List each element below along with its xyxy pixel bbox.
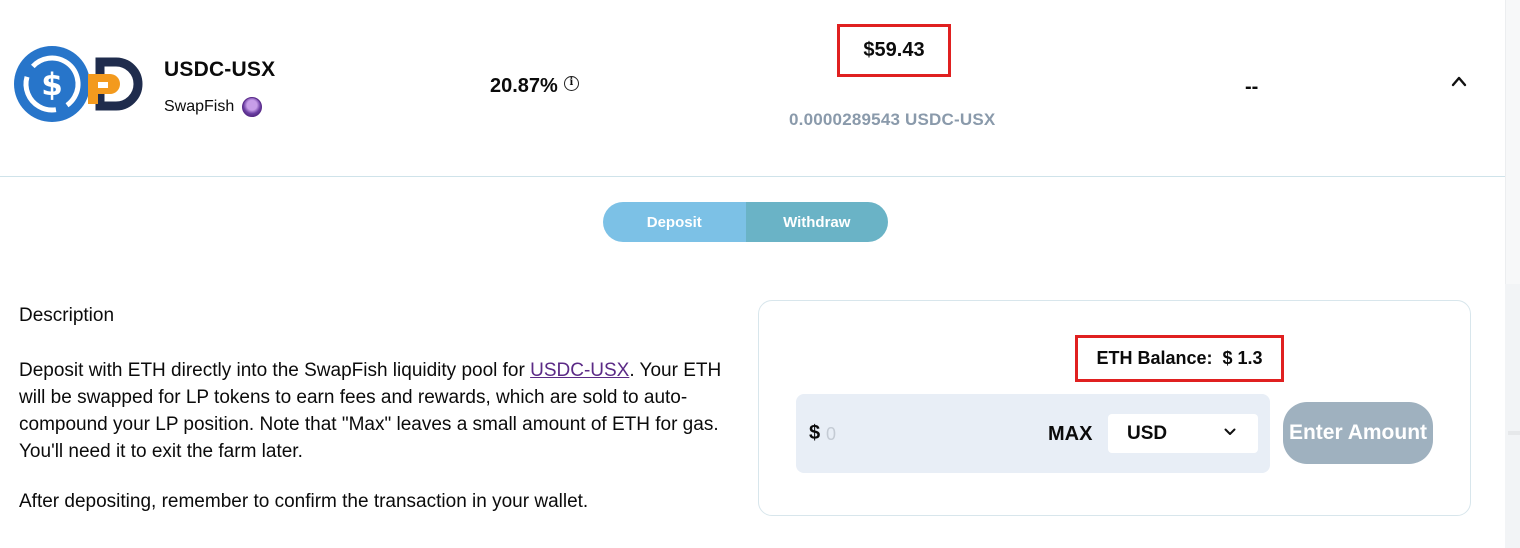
info-icon[interactable]: i <box>563 76 579 91</box>
max-button[interactable]: MAX <box>1048 423 1092 446</box>
pair-name: USDC-USX <box>164 58 276 81</box>
currency-select[interactable]: USD <box>1108 414 1258 453</box>
scrollbar-marker <box>1508 431 1520 435</box>
description-note: After depositing, remember to confirm th… <box>19 491 589 512</box>
eth-balance-value: $ 1.3 <box>1222 348 1263 368</box>
platform: SwapFish <box>164 97 263 117</box>
eth-balance-highlight: ETH Balance: $ 1.3 <box>1075 335 1284 382</box>
svg-text:$: $ <box>41 67 63 103</box>
description-text-start: Deposit with ETH directly into the SwapF… <box>19 360 531 381</box>
deposit-token-amount: 0.0000289543 USDC-USX <box>789 110 996 129</box>
eth-balance-label: ETH Balance: <box>1096 348 1213 368</box>
swapfish-logo-icon <box>242 97 263 117</box>
deposit-value-highlight: $59.43 <box>837 24 951 77</box>
farm-row-header[interactable]: $ USDC-USX SwapFish 20.87% i $59.43 0.00… <box>0 0 1505 177</box>
apy-value: 20.87% <box>490 75 558 97</box>
amount-input[interactable] <box>826 421 1026 447</box>
deposit-withdraw-tabs: Deposit Withdraw <box>603 202 888 242</box>
tab-deposit[interactable]: Deposit <box>603 202 746 242</box>
usdc-logo-icon: $ <box>14 46 90 122</box>
usx-logo-icon <box>84 52 144 116</box>
chevron-down-icon <box>1224 428 1236 435</box>
scrollbar-thumb[interactable] <box>1505 0 1520 284</box>
platform-name: SwapFish <box>164 98 235 115</box>
rewards-value: -- <box>1245 76 1259 98</box>
currency-selected: USD <box>1127 422 1168 444</box>
description-title: Description <box>19 305 115 326</box>
currency-symbol: $ <box>809 422 821 444</box>
enter-amount-button[interactable]: Enter Amount <box>1283 402 1433 464</box>
pool-link[interactable]: USDC-USX <box>530 360 629 381</box>
deposit-value: $59.43 <box>863 39 925 61</box>
tab-withdraw[interactable]: Withdraw <box>745 202 888 242</box>
apy: 20.87% i <box>490 75 579 98</box>
amount-panel: $ MAX USD <box>796 394 1270 473</box>
description-body: Deposit with ETH directly into the SwapF… <box>19 357 739 465</box>
page-scrollbar[interactable] <box>1505 0 1520 548</box>
chevron-up-icon[interactable] <box>1450 74 1468 88</box>
